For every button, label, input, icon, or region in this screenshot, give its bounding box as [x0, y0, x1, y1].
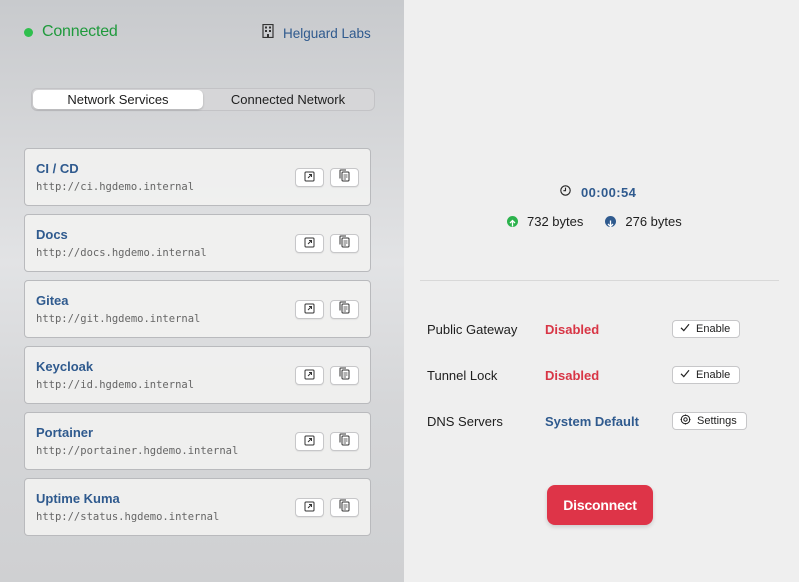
- dns-settings-button[interactable]: Settings: [672, 412, 747, 430]
- open-link-button[interactable]: [295, 498, 324, 517]
- service-url: http://id.hgdemo.internal: [36, 379, 195, 391]
- service-card[interactable]: Docs http://docs.hgdemo.internal: [24, 214, 371, 272]
- settings-label: Settings: [697, 415, 737, 427]
- copy-url-button[interactable]: [330, 168, 359, 187]
- external-link-icon: [304, 235, 315, 253]
- session-duration: 00:00:54: [581, 184, 637, 200]
- copy-icon: [339, 499, 350, 517]
- traffic-stats: 732 bytes 276 bytes: [507, 214, 682, 229]
- service-card[interactable]: Gitea http://git.hgdemo.internal: [24, 280, 371, 338]
- setting-value: Disabled: [545, 322, 600, 337]
- disconnect-button[interactable]: Disconnect: [547, 485, 653, 525]
- setting-label: Tunnel Lock: [427, 368, 498, 383]
- setting-value: Disabled: [545, 368, 600, 383]
- enable-public-gateway-button[interactable]: Enable: [672, 320, 741, 338]
- copy-url-button[interactable]: [330, 300, 359, 319]
- service-card[interactable]: Keycloak http://id.hgdemo.internal: [24, 346, 371, 404]
- copy-icon: [339, 433, 350, 451]
- copy-icon: [339, 169, 350, 187]
- enable-tunnel-lock-button[interactable]: Enable: [672, 366, 741, 384]
- service-url: http://status.hgdemo.internal: [36, 511, 220, 523]
- upload-bytes: 732 bytes: [527, 214, 584, 229]
- clock-icon: [560, 183, 571, 201]
- check-icon: [680, 323, 690, 335]
- service-name: Uptime Kuma: [36, 491, 120, 506]
- copy-url-button[interactable]: [330, 234, 359, 253]
- copy-icon: [339, 235, 350, 253]
- divider: [420, 280, 779, 281]
- external-link-icon: [304, 499, 315, 517]
- service-name: Gitea: [36, 293, 69, 308]
- setting-label: DNS Servers: [427, 414, 503, 429]
- setting-public-gateway: Public Gateway Disabled Enable: [427, 320, 757, 340]
- service-url: http://git.hgdemo.internal: [36, 313, 201, 325]
- upload-stat: 732 bytes: [507, 214, 583, 229]
- status-dot-icon: [24, 27, 33, 37]
- copy-icon: [339, 301, 350, 319]
- service-card[interactable]: Uptime Kuma http://status.hgdemo.internal: [24, 478, 371, 536]
- organization-name: Helguard Labs: [283, 26, 371, 41]
- session-timer: 00:00:54: [560, 183, 636, 201]
- copy-url-button[interactable]: [330, 498, 359, 517]
- enable-label: Enable: [696, 369, 731, 381]
- open-link-button[interactable]: [295, 234, 324, 253]
- check-icon: [680, 369, 690, 381]
- organization: Helguard Labs: [262, 23, 371, 43]
- building-icon: [262, 23, 274, 43]
- service-name: Docs: [36, 227, 68, 242]
- service-card[interactable]: CI / CD http://ci.hgdemo.internal: [24, 148, 371, 206]
- external-link-icon: [304, 169, 315, 187]
- open-link-button[interactable]: [295, 366, 324, 385]
- enable-label: Enable: [696, 323, 731, 335]
- setting-label: Public Gateway: [427, 322, 518, 337]
- upload-arrow-icon: [507, 216, 518, 227]
- copy-url-button[interactable]: [330, 432, 359, 451]
- status-label: Connected: [42, 23, 118, 40]
- service-url: http://portainer.hgdemo.internal: [36, 445, 239, 457]
- external-link-icon: [304, 433, 315, 451]
- tab-connected-network[interactable]: Connected Network: [203, 90, 373, 109]
- setting-tunnel-lock: Tunnel Lock Disabled Enable: [427, 366, 757, 386]
- service-card[interactable]: Portainer http://portainer.hgdemo.interna…: [24, 412, 371, 470]
- service-name: CI / CD: [36, 161, 79, 176]
- service-url: http://ci.hgdemo.internal: [36, 181, 195, 193]
- connection-status: Connected: [24, 23, 118, 41]
- tab-network-services[interactable]: Network Services: [33, 90, 203, 109]
- service-name: Portainer: [36, 425, 94, 440]
- download-stat: 276 bytes: [605, 214, 682, 229]
- copy-url-button[interactable]: [330, 366, 359, 385]
- open-link-button[interactable]: [295, 432, 324, 451]
- open-link-button[interactable]: [295, 300, 324, 319]
- setting-dns-servers: DNS Servers System Default Settings: [427, 412, 757, 432]
- download-bytes: 276 bytes: [625, 214, 682, 229]
- external-link-icon: [304, 367, 315, 385]
- setting-value: System Default: [545, 414, 639, 429]
- gear-icon: [680, 414, 691, 428]
- download-arrow-icon: [605, 216, 617, 228]
- service-name: Keycloak: [36, 359, 94, 374]
- service-url: http://docs.hgdemo.internal: [36, 247, 207, 259]
- copy-icon: [339, 367, 350, 385]
- open-link-button[interactable]: [295, 168, 324, 187]
- external-link-icon: [304, 301, 315, 319]
- view-tabs: Network Services Connected Network: [31, 88, 375, 111]
